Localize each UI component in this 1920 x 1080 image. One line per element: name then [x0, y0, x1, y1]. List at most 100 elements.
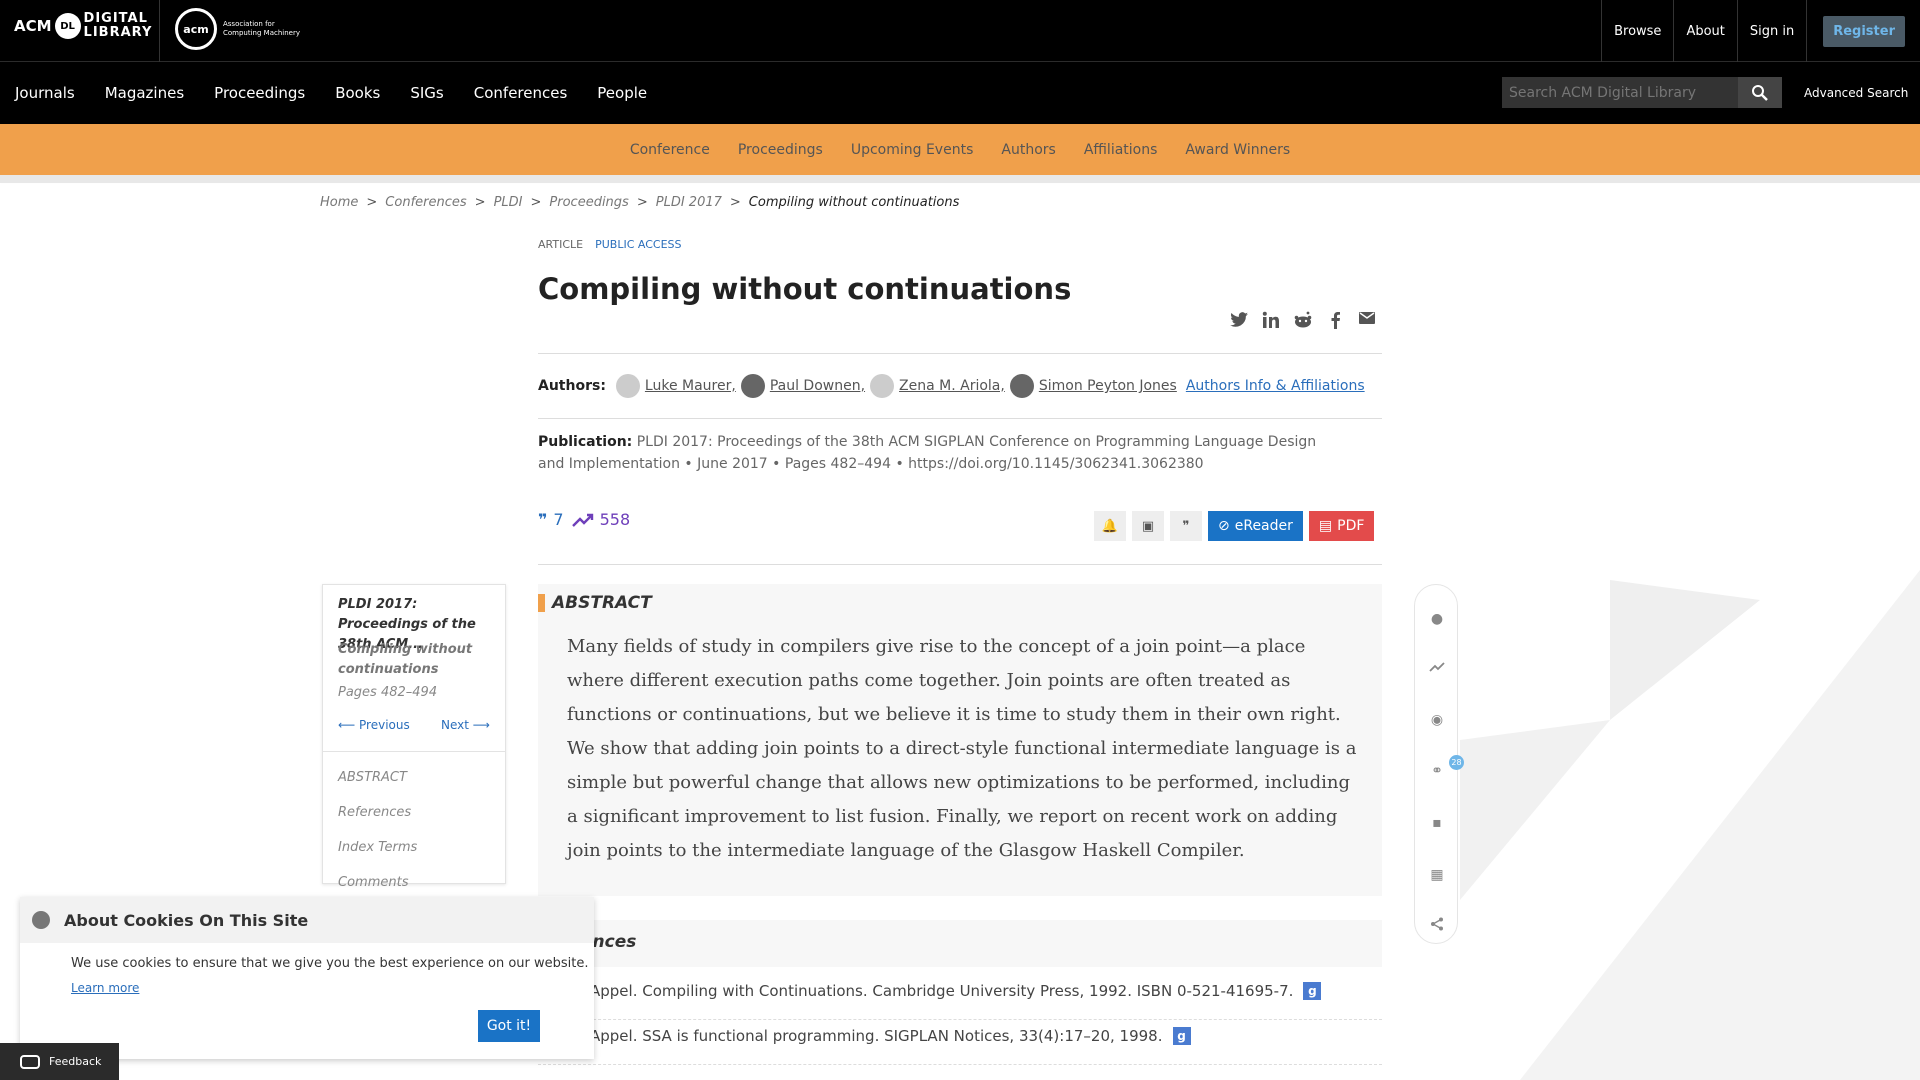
article-tags: ARTICLE PUBLIC ACCESS — [538, 238, 681, 251]
about-link[interactable]: About — [1673, 0, 1736, 62]
background-decoration — [1380, 520, 1920, 1080]
author-link[interactable]: Paul Downen, — [740, 374, 866, 398]
bell-icon: 🔔 — [1101, 518, 1119, 534]
main-nav: Journals Magazines Proceedings Books SIG… — [0, 62, 1920, 124]
link-icon[interactable]: ⚭ 28 — [1427, 755, 1464, 781]
publication-info: Publication: PLDI 2017: Proceedings of t… — [538, 431, 1338, 475]
browse-link[interactable]: Browse — [1601, 0, 1673, 62]
twitter-icon[interactable] — [1228, 311, 1250, 331]
citation-count[interactable]: 7 — [553, 510, 563, 529]
pdf-label: PDF — [1337, 518, 1365, 534]
table-icon[interactable]: ▦ — [1427, 865, 1447, 885]
download-count[interactable]: 558 — [600, 510, 631, 529]
alert-button[interactable]: 🔔 — [1094, 511, 1126, 541]
add-to-binder-button[interactable]: ▣ — [1132, 511, 1164, 541]
cookie-header: About Cookies On This Site — [20, 897, 594, 943]
google-scholar-icon[interactable]: g — [1172, 1027, 1191, 1045]
conference-subnav: Conference Proceedings Upcoming Events A… — [0, 124, 1920, 175]
breadcrumb-proceedings[interactable]: Proceedings — [549, 195, 628, 210]
abstract-text: Many fields of study in compilers give r… — [567, 636, 1357, 861]
register-button[interactable]: Register — [1823, 15, 1905, 47]
cookie-title: About Cookies On This Site — [64, 910, 309, 930]
subnav-affiliations[interactable]: Affiliations — [1084, 142, 1158, 158]
reference-item: Appel. SSA is functional programming. SI… — [590, 1027, 1191, 1045]
cookie-learn-more-link[interactable]: Learn more — [71, 981, 139, 995]
logo-acm-text: ACM — [14, 17, 52, 35]
public-access-tag[interactable]: PUBLIC ACCESS — [595, 238, 681, 251]
toc-item-index-terms[interactable]: Index Terms — [338, 840, 417, 855]
author-name: Paul Downen, — [769, 378, 866, 394]
ereader-label: eReader — [1234, 518, 1293, 534]
acm-org-logo[interactable]: acm Association for Computing Machinery — [175, 8, 303, 50]
subnav-shadow-stripe — [0, 175, 1920, 183]
nav-conferences[interactable]: Conferences — [474, 84, 568, 102]
section-marker — [538, 594, 545, 612]
search-input[interactable] — [1502, 77, 1738, 108]
nav-proceedings[interactable]: Proceedings — [214, 84, 305, 102]
toc-item-references[interactable]: References — [338, 805, 411, 820]
share-icon[interactable] — [1427, 917, 1447, 937]
toc-item-abstract[interactable]: ABSTRACT — [338, 770, 407, 785]
subnav-authors[interactable]: Authors — [1001, 142, 1055, 158]
pdf-button[interactable]: ▤ PDF — [1308, 511, 1375, 541]
next-article-link[interactable]: Next ⟶ — [441, 718, 490, 732]
breadcrumb-home[interactable]: Home — [320, 195, 358, 210]
authors-info-link[interactable]: Authors Info & Affiliations — [1186, 378, 1365, 394]
reddit-icon[interactable] — [1292, 311, 1314, 331]
nav-sigs[interactable]: SIGs — [410, 84, 443, 102]
breadcrumb-conferences[interactable]: Conferences — [385, 195, 466, 210]
nav-magazines[interactable]: Magazines — [105, 84, 184, 102]
subnav-conference[interactable]: Conference — [630, 142, 710, 158]
feedback-button[interactable]: Feedback — [0, 1043, 119, 1080]
toc-pages: Pages 482–494 — [338, 685, 438, 700]
acm-dl-logo[interactable]: ACM DL DIGITAL LIBRARY — [14, 12, 152, 40]
subnav-award-winners[interactable]: Award Winners — [1185, 142, 1290, 158]
doi-link[interactable]: https://doi.org/10.1145/3062341.3062380 — [908, 456, 1203, 472]
linkedin-icon[interactable] — [1260, 311, 1282, 331]
cite-button[interactable]: ❞ — [1170, 511, 1202, 541]
breadcrumb-pldi[interactable]: PLDI — [494, 195, 523, 210]
sign-in-link[interactable]: Sign in — [1736, 0, 1806, 62]
author-link[interactable]: Simon Peyton Jones — [1009, 374, 1177, 398]
abstract-heading: ABSTRACT — [538, 593, 652, 613]
bullet: • — [684, 456, 698, 472]
references-heading-bar — [538, 920, 1382, 967]
trending-icon — [571, 513, 593, 527]
breadcrumb-separator: > — [729, 195, 741, 210]
nav-people[interactable]: People — [597, 84, 647, 102]
facebook-icon[interactable] — [1324, 311, 1346, 331]
ereader-icon: ⊘ — [1218, 518, 1230, 534]
author-link[interactable]: Zena M. Ariola, — [870, 374, 1005, 398]
subnav-proceedings[interactable]: Proceedings — [738, 142, 823, 158]
cookie-accept-button[interactable]: Got it! — [478, 1010, 540, 1042]
authors-row: Authors: Luke Maurer, Paul Downen, Zena … — [538, 374, 1365, 398]
email-icon[interactable] — [1356, 311, 1378, 331]
ereader-button[interactable]: ⊘ eReader — [1208, 511, 1303, 541]
google-scholar-icon[interactable]: g — [1303, 982, 1322, 1000]
top-bar: ACM DL DIGITAL LIBRARY acm Association f… — [0, 0, 1920, 62]
author-avatar — [1009, 374, 1034, 398]
breadcrumb-separator: > — [366, 195, 378, 210]
previous-article-link[interactable]: ⟵ Previous — [338, 718, 410, 732]
header-divider — [538, 353, 1382, 354]
image-icon[interactable]: ▪ — [1427, 813, 1447, 833]
author-link[interactable]: Luke Maurer, — [615, 374, 736, 398]
search-button[interactable] — [1738, 77, 1782, 108]
authors-divider — [538, 418, 1382, 419]
toc-item-comments[interactable]: Comments — [338, 875, 408, 890]
info-icon[interactable]: ● — [1427, 609, 1447, 629]
top-links: Browse About Sign in Register — [1601, 0, 1920, 62]
quote-icon: ❞ — [1182, 518, 1190, 534]
cookie-text: We use cookies to ensure that we give yo… — [71, 956, 589, 971]
pdf-icon: ▤ — [1318, 518, 1333, 534]
subnav-upcoming-events[interactable]: Upcoming Events — [851, 142, 974, 158]
link-glyph: ⚭ — [1431, 763, 1443, 779]
advanced-search-link[interactable]: Advanced Search — [1804, 86, 1908, 100]
toc-divider — [323, 751, 505, 752]
breadcrumb-pldi-2017[interactable]: PLDI 2017 — [656, 195, 722, 210]
eye-icon[interactable]: ◉ — [1427, 710, 1447, 730]
bullet: • — [772, 456, 785, 472]
nav-books[interactable]: Books — [335, 84, 380, 102]
nav-journals[interactable]: Journals — [15, 84, 75, 102]
metrics-icon[interactable] — [1427, 659, 1447, 679]
